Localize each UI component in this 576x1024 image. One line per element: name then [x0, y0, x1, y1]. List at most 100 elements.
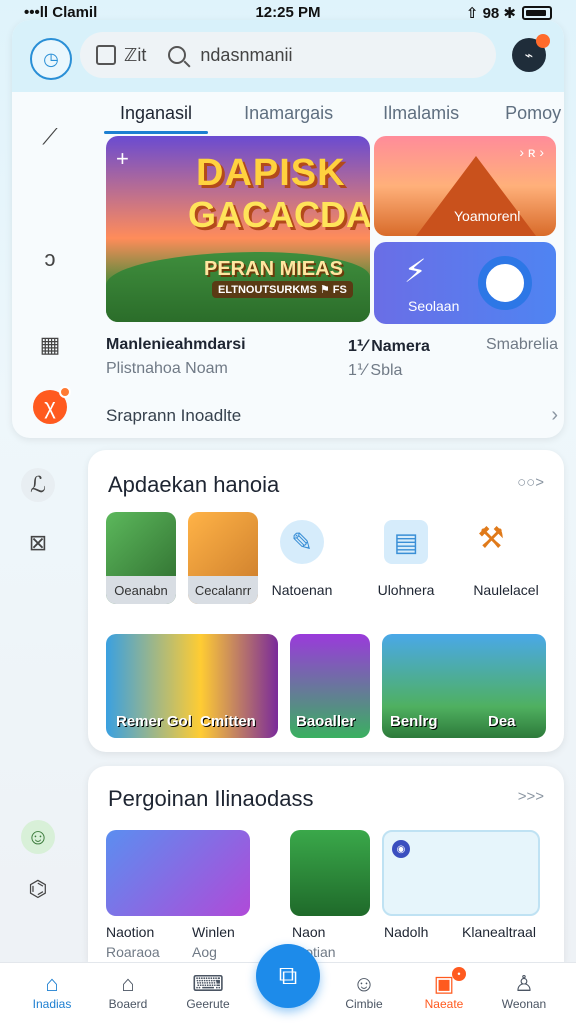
carousel-controls[interactable]: › ʀ ›	[519, 144, 544, 160]
section-1-title: Apdaekan hanoia	[108, 472, 280, 497]
top-card: ◷ ℤit ndasnmanii ⌁ ⟋ ↄ ▦ χ Inganasil Ina…	[12, 20, 564, 438]
game-label-5: Dea	[488, 713, 516, 730]
app-label-3[interactable]: Natoenan	[266, 582, 338, 598]
item-2-line1: Winlen	[192, 924, 235, 940]
app-label-4[interactable]: Ulohnera	[368, 582, 444, 598]
nav-boards-label: Boaerd	[108, 997, 148, 1011]
chat-icon: ◉	[392, 840, 410, 858]
nav-community-label: Cimbie	[345, 997, 383, 1011]
info-title: Manlenieahmdarsi	[106, 336, 246, 353]
search-input[interactable]: ndasnmanii	[200, 45, 292, 66]
search-prefix: ℤit	[124, 44, 147, 65]
see-more-label: Sraprann Inoadlte	[106, 406, 242, 425]
hook-icon[interactable]: ↄ	[33, 242, 67, 276]
app-tile-2-label: Cecalanrr	[188, 576, 258, 604]
banner-title-1: DAPISK	[196, 152, 346, 194]
nav-notifications[interactable]: ▣ Naeate	[402, 971, 486, 1011]
banner-title-2: GACACDA!	[188, 194, 370, 235]
item-3-line1: Naon	[292, 924, 326, 940]
section-2-title: Pergoinan Ilinaodass	[108, 786, 314, 811]
center-action-button[interactable]: ⧉	[256, 944, 320, 1008]
document-icon[interactable]: ▤	[384, 520, 428, 564]
tab-1[interactable]: Inganasil	[104, 98, 209, 134]
sparkle-icon: +	[116, 146, 129, 171]
game-card-3[interactable]: Benlrg Dea	[382, 634, 546, 738]
game-card-2[interactable]: Baoaller	[290, 634, 370, 738]
nav-profile[interactable]: ♙ Weonan	[482, 971, 566, 1011]
face-icon[interactable]: ☺	[21, 820, 55, 854]
grid-icon[interactable]: ▦	[33, 328, 67, 362]
puzzle-icon[interactable]: ⌬	[21, 872, 55, 906]
featured-banner[interactable]: + DAPISK GACACDA! PERAN MIEAS ELTNOUTSUR…	[106, 136, 370, 322]
house-outline-icon: ⌂	[121, 971, 135, 996]
game-card-1[interactable]: Remer Gol Cmitten	[106, 634, 278, 738]
item-2-line2: Aog	[192, 944, 217, 960]
person-icon: ♙	[514, 971, 534, 996]
nav-home[interactable]: ⌂ Inadias	[10, 971, 94, 1011]
search-icon[interactable]	[168, 46, 187, 64]
tab-2[interactable]: Inamargais	[228, 98, 349, 134]
compass-icon[interactable]: ◷	[30, 38, 72, 80]
banner-subtitle: PERAN MIEAS	[204, 258, 343, 280]
search-bar[interactable]: ℤit ndasnmanii	[80, 32, 496, 78]
tab-4[interactable]: Pomoy	[489, 98, 564, 134]
left-icons: ⟋ ↄ ▦ χ	[12, 112, 88, 424]
info-title-2: 1⅟ Namera	[348, 338, 430, 355]
lightning-icon: ⚡	[404, 253, 427, 289]
chevron-right-icon[interactable]: ›	[551, 404, 558, 427]
nav-notifications-label: Naeate	[424, 997, 464, 1011]
mountain-graphic	[416, 156, 536, 236]
info-subtitle-2: 1⅟ Sbla	[348, 362, 403, 379]
section-1-card: Apdaekan hanoia ○○> Oeanabn Cecalanrr ✎ …	[88, 450, 564, 752]
tab-3[interactable]: Ilmalamis	[367, 98, 475, 134]
battery-icon	[522, 6, 552, 20]
nav-profile-label: Weonan	[501, 997, 547, 1011]
section-2-card: Pergoinan Ilinaodass >>> ◉ Naotion Roara…	[88, 766, 564, 962]
item-1-line2: Roaraoa	[106, 944, 160, 960]
nav-games-label: Geerute	[186, 997, 230, 1011]
paint-icon[interactable]: ✎	[280, 520, 324, 564]
alert-icon[interactable]: χ	[33, 386, 71, 424]
item-4-line1: Nadolh	[384, 924, 429, 940]
notification-dot	[536, 34, 550, 48]
section-1-more[interactable]: ○○>	[517, 474, 544, 491]
tool-icon[interactable]: ⚒	[466, 516, 516, 560]
tabs: Inganasil Inamargais Ilmalamis Pomoy	[104, 98, 564, 136]
home-icon: ⌂	[45, 971, 59, 996]
app-tile-1-label: Oeanabn	[106, 576, 176, 604]
info-title-3: Smabrelia	[485, 336, 558, 353]
face-outline-icon: ☺	[352, 971, 376, 996]
trophy-icon[interactable]: ℒ	[21, 468, 55, 502]
game-label-4: Benlrg	[390, 713, 438, 730]
game-label-3: Baoaller	[296, 713, 356, 730]
ring-graphic	[478, 256, 532, 310]
nav-home-label: Inadias	[32, 997, 72, 1011]
item-5-line1: Klanealtraal	[462, 924, 536, 940]
promo-card-bottom[interactable]: ⚡ Seolaan	[374, 242, 556, 324]
game-label-1: Remer Gol	[116, 713, 192, 730]
app-tile-2[interactable]: Cecalanrr	[188, 512, 258, 604]
image-icon[interactable]: ⊠	[21, 526, 55, 560]
controller-icon: ⌨	[192, 971, 224, 996]
screen-icon: ⧉	[278, 960, 298, 990]
item-1-line1: Naotion	[106, 924, 155, 940]
banner-subbadge: ELTNOUTSURKMS ⚑ FS	[212, 281, 353, 298]
trend-icon[interactable]: ⟋	[33, 120, 67, 154]
promo-label-bottom: Seolaan	[408, 298, 460, 314]
nav-boards[interactable]: ⌂ Boaerd	[86, 971, 170, 1011]
promo-card-top[interactable]: › ʀ › Yoamorenl	[374, 136, 556, 236]
lower-left-icons: ℒ ⊠ ☺ ⌬	[0, 468, 76, 906]
app-tile-1[interactable]: Oeanabn	[106, 512, 176, 604]
game-card-6[interactable]: ◉	[382, 830, 540, 916]
game-card-5[interactable]	[290, 830, 370, 916]
calendar-icon[interactable]	[96, 45, 116, 65]
notification-badge: •	[452, 967, 466, 981]
nav-games[interactable]: ⌨ Geerute	[166, 971, 250, 1011]
nav-community[interactable]: ☺ Cimbie	[322, 971, 406, 1011]
section-2-more[interactable]: >>>	[518, 788, 544, 805]
see-more-row[interactable]: Sraprann Inoadlte ›	[106, 404, 558, 427]
game-card-4[interactable]	[106, 830, 250, 916]
profile-avatar[interactable]: ⌁	[512, 34, 550, 72]
app-label-5[interactable]: Naulelacel	[458, 582, 554, 598]
calendar-badge-icon: ▣	[433, 971, 455, 996]
